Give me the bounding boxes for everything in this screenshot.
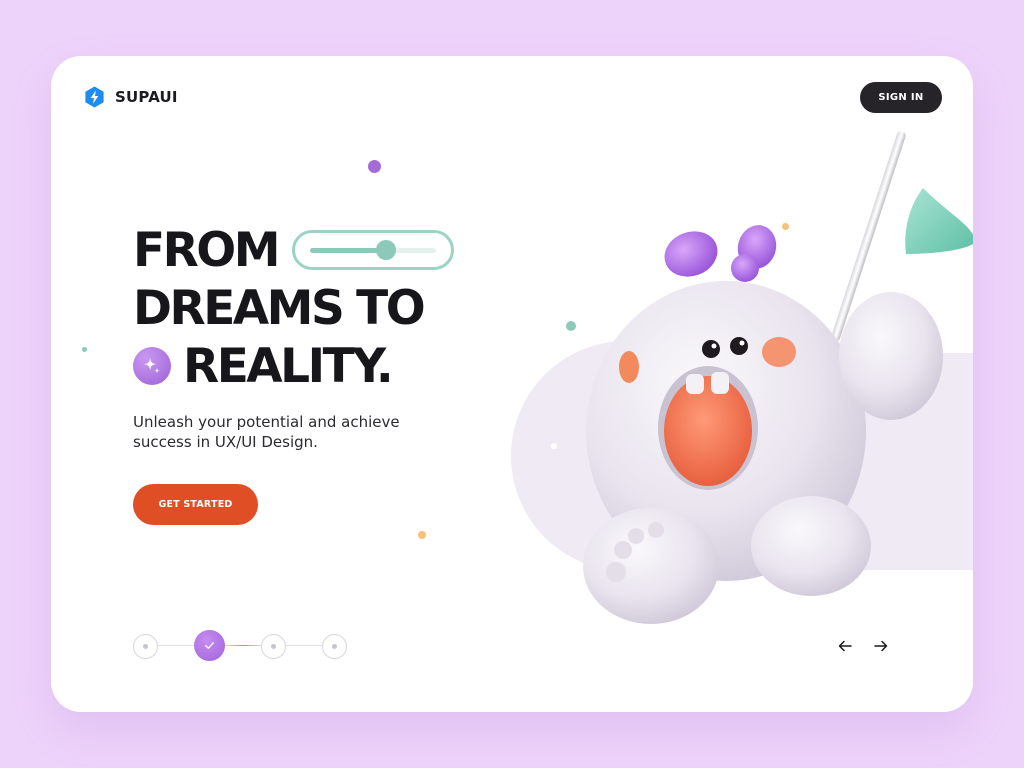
step-4[interactable] — [322, 634, 347, 659]
slider-track — [310, 248, 437, 253]
arrow-right-icon — [874, 640, 888, 652]
step-3[interactable] — [261, 634, 286, 659]
mascot-cheek — [762, 337, 796, 367]
slider-fill — [310, 248, 386, 253]
decorative-slider[interactable] — [292, 230, 455, 270]
mascot-tooth — [686, 374, 704, 394]
sign-in-button[interactable]: SIGN IN — [860, 82, 942, 113]
step-dot-indicator — [271, 644, 276, 649]
confetti-dot — [551, 443, 557, 449]
mascot-eye — [730, 337, 748, 355]
headline: FROM DREAMS TO REALITY. — [133, 221, 455, 395]
confetti-dot — [418, 531, 426, 539]
toe — [628, 528, 644, 544]
sparkle-badge — [133, 347, 171, 385]
mascot-cheek — [619, 351, 639, 383]
eye-highlight — [711, 343, 717, 349]
mascot-arm — [839, 292, 943, 420]
eye-highlight — [739, 340, 745, 346]
step-2-current[interactable] — [194, 630, 225, 661]
confetti-dot — [368, 160, 381, 173]
mascot-tooth — [711, 372, 729, 394]
hero-card: SUPAUI SIGN IN FROM DREAMS TO REALITY. U… — [51, 56, 973, 712]
mascot-leg — [751, 496, 871, 596]
arrow-left-icon — [838, 640, 852, 652]
onboarding-stepper — [133, 630, 349, 662]
toe — [614, 541, 632, 559]
step-dot-indicator — [332, 644, 337, 649]
brand-name: SUPAUI — [115, 88, 178, 106]
headline-line-2: DREAMS TO — [133, 280, 426, 336]
flag-cone — [905, 188, 973, 254]
stepper-connector — [286, 645, 322, 646]
headline-line-3: REALITY. — [183, 338, 394, 394]
step-dot-indicator — [143, 644, 148, 649]
mascot-eye — [702, 340, 720, 358]
mascot-mouth — [664, 376, 752, 486]
stepper-connector — [158, 645, 194, 646]
bow-knot — [731, 254, 759, 282]
bow-loop — [664, 231, 718, 277]
sparkle-icon — [143, 357, 160, 374]
previous-button[interactable] — [837, 636, 853, 656]
check-icon — [205, 642, 214, 649]
get-started-button[interactable]: GET STARTED — [133, 484, 258, 525]
slider-thumb[interactable] — [375, 240, 396, 260]
step-1[interactable] — [133, 634, 158, 659]
toe — [648, 522, 664, 538]
headline-line-1: FROM — [133, 222, 281, 278]
carousel-arrows — [837, 636, 889, 656]
lightning-hexagon-icon — [85, 86, 104, 108]
monster-mascot-illustration — [511, 131, 973, 624]
stepper-connector — [225, 645, 261, 646]
confetti-dot — [82, 347, 87, 352]
hero-subtitle: Unleash your potential and achieve succe… — [133, 413, 400, 451]
toe — [606, 562, 626, 582]
brand[interactable]: SUPAUI — [83, 85, 178, 109]
next-button[interactable] — [873, 636, 889, 656]
